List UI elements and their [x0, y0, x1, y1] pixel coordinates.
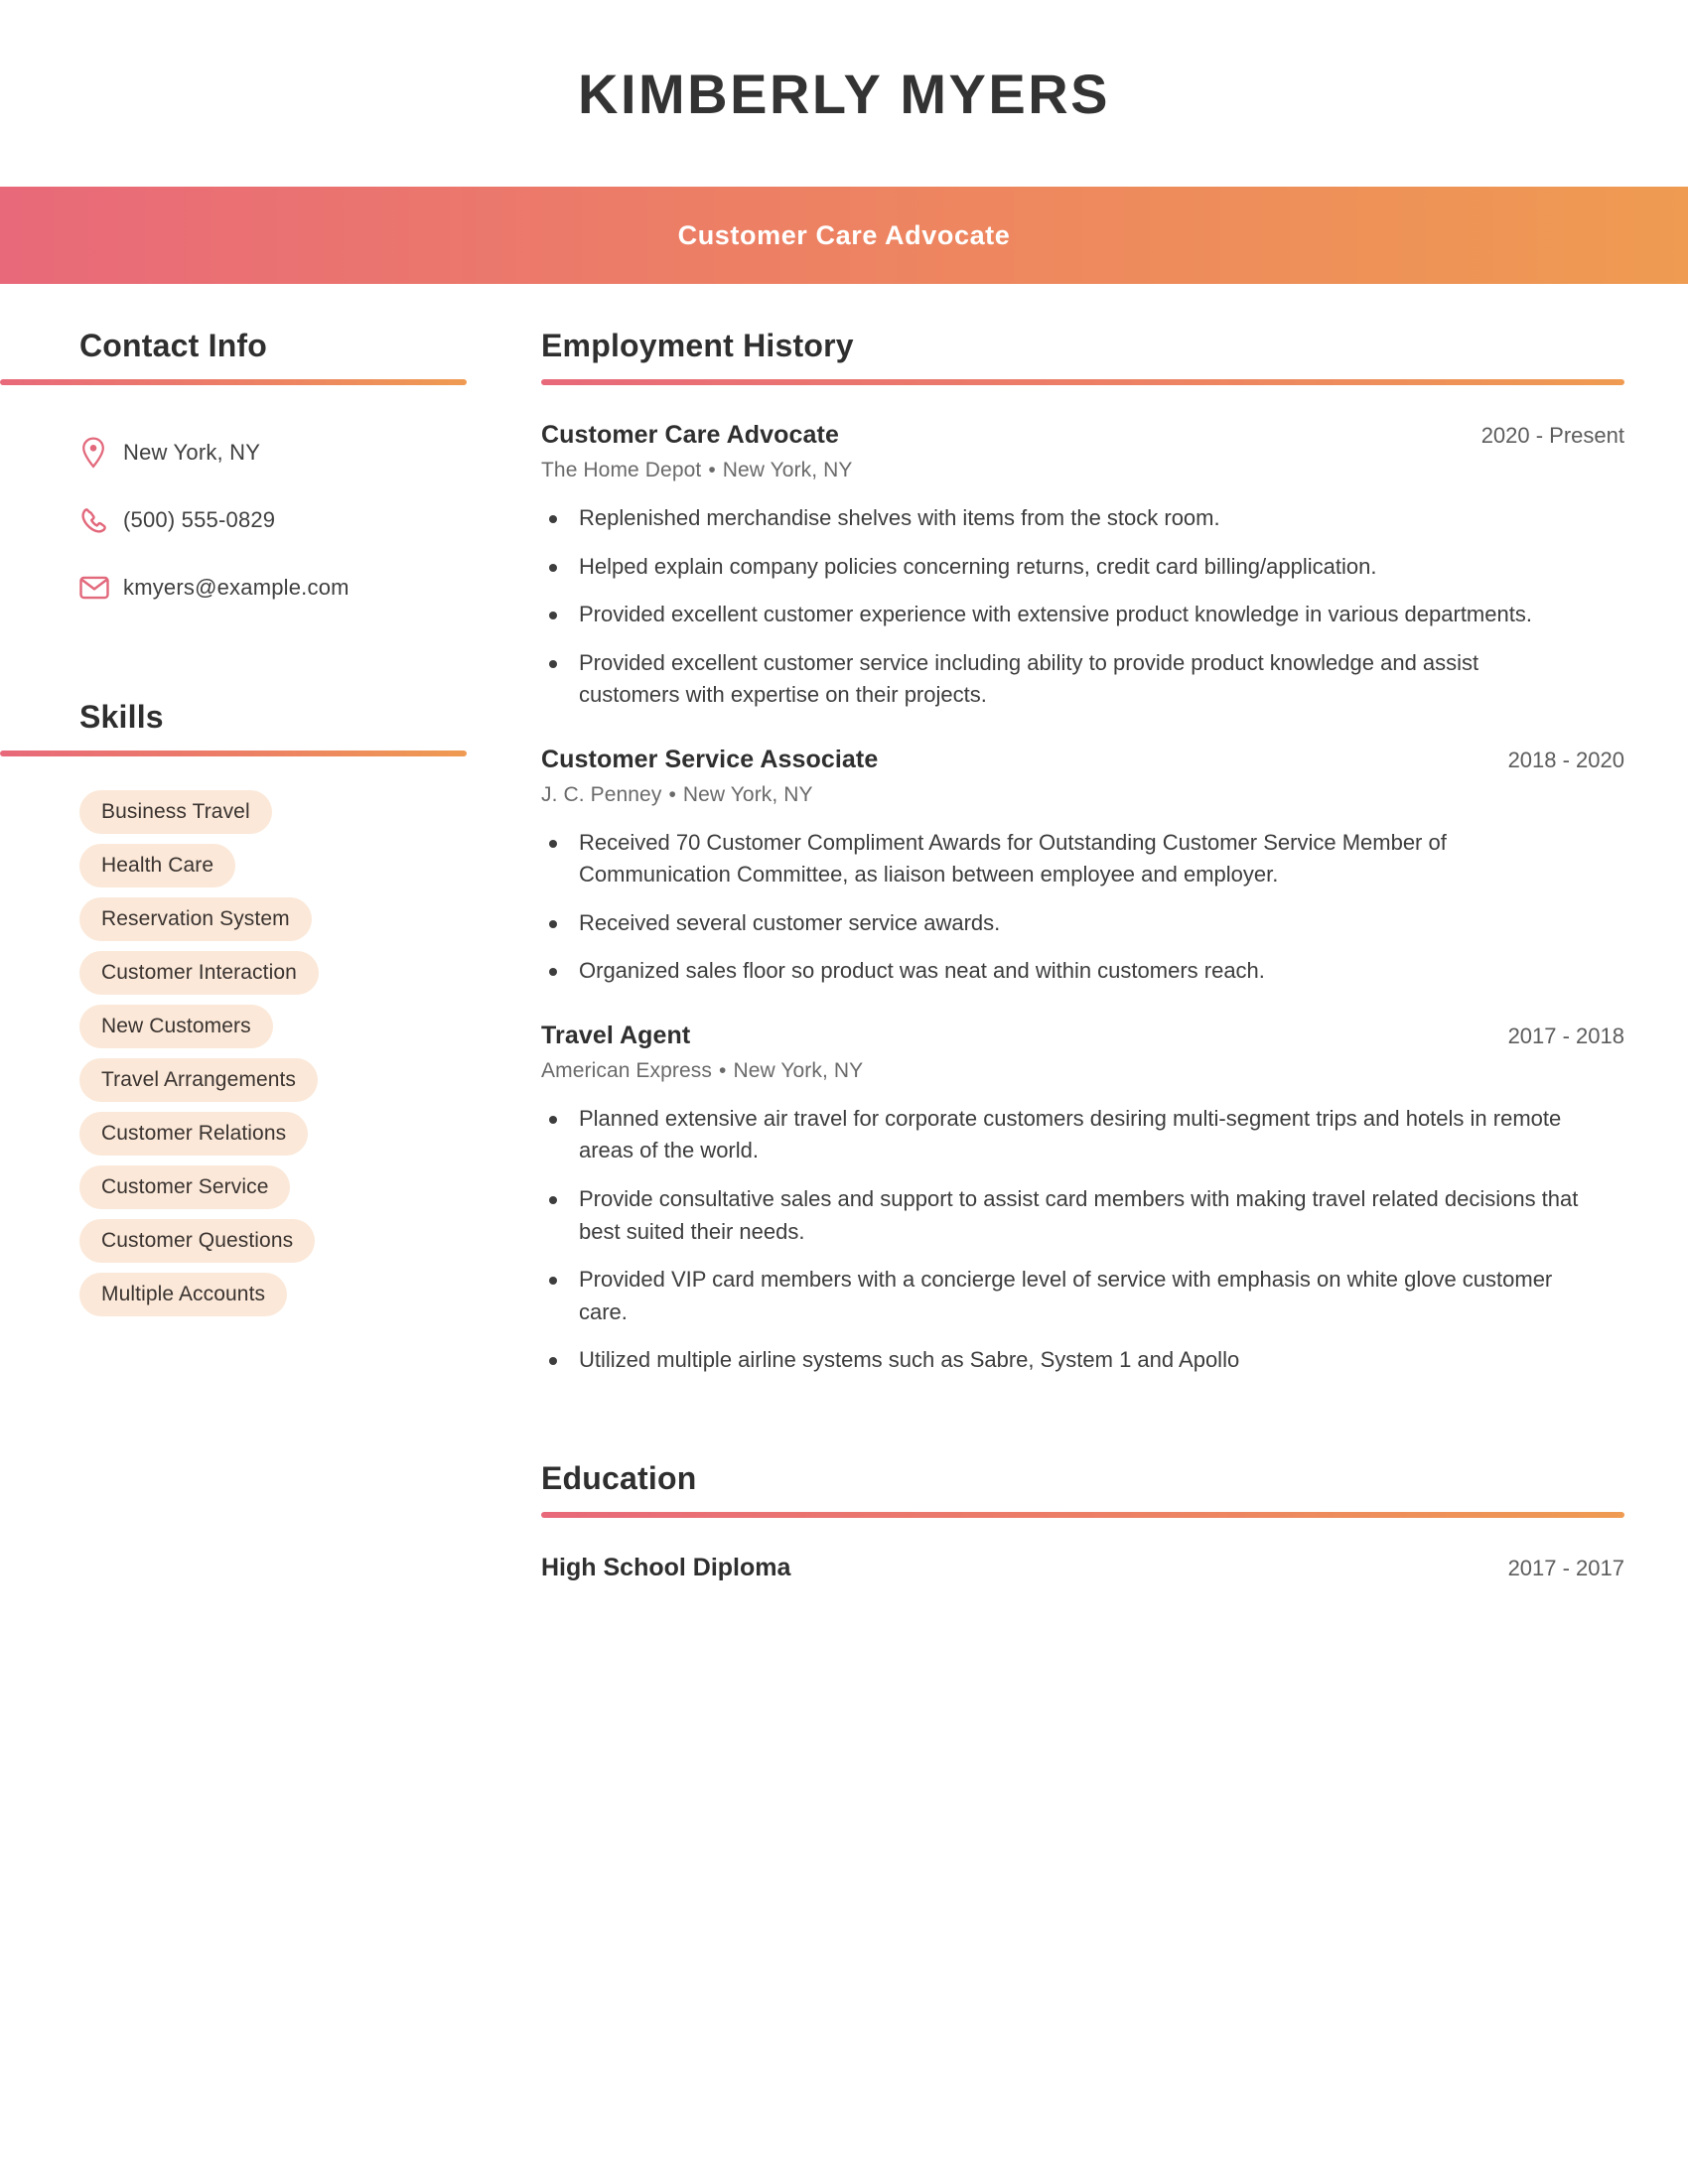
job-bullet: Provided excellent customer experience w…	[541, 599, 1579, 631]
job-title-banner: Customer Care Advocate	[0, 187, 1688, 284]
job-company-location: J. C. Penney • New York, NY	[541, 783, 1624, 807]
job-title-text: Customer Care Advocate	[677, 219, 1011, 250]
contact-value-phone: (500) 555-0829	[123, 507, 276, 532]
contact-value-location: New York, NY	[123, 440, 261, 465]
job-bullet: Organized sales floor so product was nea…	[541, 955, 1579, 988]
employment-entry: Customer Service Associate 2018 - 2020 J…	[541, 746, 1624, 988]
job-location: New York, NY	[722, 459, 853, 481]
employment-entry-header: Customer Care Advocate 2020 - Present	[541, 421, 1624, 450]
job-dates: 2018 - 2020	[1507, 747, 1624, 772]
job-bullet: Helped explain company policies concerni…	[541, 551, 1579, 584]
employment-history-section: Employment History Customer Care Advocat…	[541, 328, 1624, 1377]
job-bullet: Received several customer service awards…	[541, 907, 1579, 940]
skill-tag: Customer Interaction	[79, 951, 319, 995]
skill-tag: Travel Arrangements	[79, 1058, 319, 1102]
resume-header: KIMBERLY MYERS	[0, 0, 1688, 187]
skills-section: Skills Business Travel Health Care Reser…	[0, 699, 541, 1316]
education-entry: High School Diploma 2017 - 2017	[541, 1554, 1624, 1582]
skill-tag: Customer Questions	[79, 1219, 316, 1263]
contact-item-location: New York, NY	[79, 419, 541, 486]
education-dates: 2017 - 2017	[1507, 1555, 1624, 1580]
employment-entry: Travel Agent 2017 - 2018 American Expres…	[541, 1022, 1624, 1377]
skill-tag: Reservation System	[79, 897, 312, 941]
job-bullet: Planned extensive air travel for corpora…	[541, 1103, 1579, 1167]
job-bullet: Provided VIP card members with a concier…	[541, 1264, 1579, 1328]
job-bullet: Replenished merchandise shelves with ite…	[541, 502, 1579, 535]
employment-entry: Customer Care Advocate 2020 - Present Th…	[541, 421, 1624, 712]
skills-heading: Skills	[79, 699, 164, 735]
job-location: New York, NY	[682, 782, 813, 806]
job-bullet: Provide consultative sales and support t…	[541, 1183, 1579, 1248]
education-section: Education High School Diploma 2017 - 201…	[541, 1460, 1624, 1582]
employment-history-heading: Employment History	[541, 328, 854, 363]
skill-tag: Customer Service	[79, 1165, 291, 1209]
job-company: J. C. Penney	[541, 782, 662, 806]
employment-entries: Customer Care Advocate 2020 - Present Th…	[541, 421, 1624, 1377]
job-company-location: The Home Depot • New York, NY	[541, 459, 1624, 482]
skills-divider	[0, 751, 467, 756]
employment-entry-header: Travel Agent 2017 - 2018	[541, 1022, 1624, 1050]
meta-separator: •	[708, 459, 716, 481]
page-title: KIMBERLY MYERS	[578, 62, 1110, 125]
contact-info-section: Contact Info New York, NY (500) 555-0829…	[0, 328, 541, 621]
main-content: Employment History Customer Care Advocat…	[541, 328, 1688, 1582]
contact-divider	[0, 379, 467, 385]
resume-body: Contact Info New York, NY (500) 555-0829…	[0, 284, 1688, 1582]
employment-divider	[541, 379, 1624, 385]
location-pin-icon	[79, 437, 123, 469]
education-heading: Education	[541, 1459, 697, 1496]
meta-separator: •	[719, 1058, 727, 1082]
meta-separator: •	[668, 782, 676, 806]
education-degree: High School Diploma	[541, 1553, 791, 1581]
job-company-location: American Express • New York, NY	[541, 1059, 1624, 1083]
job-bullet: Utilized multiple airline systems such a…	[541, 1344, 1579, 1377]
job-company: The Home Depot	[541, 459, 702, 481]
contact-info-heading: Contact Info	[79, 328, 268, 363]
job-role: Customer Care Advocate	[541, 421, 839, 449]
skill-tag: Business Travel	[79, 790, 272, 834]
skills-list: Business Travel Health Care Reservation …	[79, 790, 541, 1316]
skill-tag: Multiple Accounts	[79, 1273, 288, 1316]
job-bullet-list: Received 70 Customer Compliment Awards f…	[541, 827, 1624, 988]
job-dates: 2017 - 2018	[1507, 1023, 1624, 1048]
sidebar: Contact Info New York, NY (500) 555-0829…	[0, 328, 541, 1316]
contact-list: New York, NY (500) 555-0829 kmyers@examp…	[79, 419, 541, 621]
job-role: Travel Agent	[541, 1021, 691, 1049]
job-dates: 2020 - Present	[1480, 423, 1624, 448]
job-bullet: Received 70 Customer Compliment Awards f…	[541, 827, 1579, 891]
job-role: Customer Service Associate	[541, 745, 879, 773]
job-location: New York, NY	[733, 1058, 864, 1082]
envelope-icon	[79, 576, 123, 600]
job-bullet: Provided excellent customer service incl…	[541, 647, 1579, 712]
employment-entry-header: Customer Service Associate 2018 - 2020	[541, 746, 1624, 774]
job-company: American Express	[541, 1058, 712, 1082]
contact-value-email: kmyers@example.com	[123, 575, 350, 600]
job-bullet-list: Planned extensive air travel for corpora…	[541, 1103, 1624, 1377]
education-divider	[541, 1511, 1624, 1518]
phone-icon	[79, 506, 123, 535]
job-bullet-list: Replenished merchandise shelves with ite…	[541, 502, 1624, 712]
contact-item-email: kmyers@example.com	[79, 554, 541, 621]
skill-tag: Customer Relations	[79, 1112, 309, 1156]
skill-tag: Health Care	[79, 844, 236, 887]
skill-tag: New Customers	[79, 1005, 273, 1048]
contact-item-phone: (500) 555-0829	[79, 486, 541, 554]
